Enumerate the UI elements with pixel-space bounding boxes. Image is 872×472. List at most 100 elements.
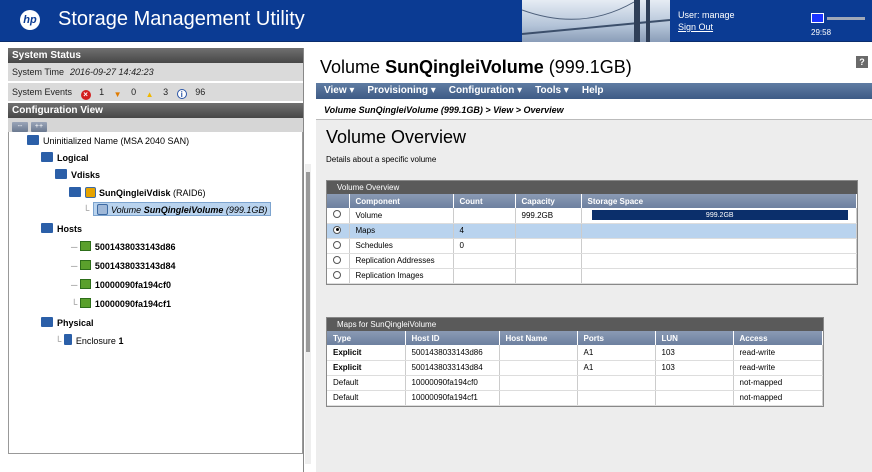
system-events-row[interactable]: System Events × 1 ▼ 0 ▲ 3 i 96: [8, 83, 303, 101]
menu-help[interactable]: Help: [582, 85, 604, 96]
page-title: Volume SunQingleiVolume (999.1GB): [320, 57, 632, 78]
system-status-header: System Status: [8, 48, 303, 63]
component-cell: Replication Images: [349, 268, 454, 284]
scrollbar-thumb[interactable]: [306, 172, 310, 352]
host-name-cell: [499, 345, 578, 361]
table-row[interactable]: Replication Addresses: [327, 253, 857, 269]
access-cell: not-mapped: [733, 390, 823, 406]
app-title: Storage Management Utility: [58, 8, 305, 30]
table-row[interactable]: Volume 999.2GB 999.2GB: [327, 208, 857, 224]
table-row[interactable]: Replication Images: [327, 268, 857, 284]
host-id-cell: 10000090fa194cf0: [405, 375, 500, 391]
tree-vdisk[interactable]: SunQingleiVdisk (RAID6): [69, 186, 206, 200]
folder-icon: [41, 152, 53, 162]
app-header: hp Storage Management Utility User: mana…: [0, 0, 872, 42]
session-status: 29:58: [808, 10, 868, 38]
component-cell: Replication Addresses: [349, 253, 454, 269]
tree-physical[interactable]: Physical: [41, 316, 94, 330]
menu-bar: View ▾ Provisioning ▾ Configuration ▾ Tools…: [316, 83, 872, 99]
menu-configuration[interactable]: Configuration ▾: [449, 85, 522, 96]
column-header: Component: [349, 194, 454, 208]
radio-button-selected[interactable]: [333, 225, 341, 234]
row-radio[interactable]: [327, 268, 350, 284]
expand-all-button[interactable]: ++: [31, 122, 47, 132]
capacity-cell: 999.2GB: [515, 208, 582, 224]
help-icon[interactable]: ?: [856, 56, 868, 68]
host-name-cell: [499, 375, 578, 391]
tree-vdisks[interactable]: Vdisks: [55, 168, 100, 182]
system-events-label: System Events: [12, 87, 73, 97]
storage-space-cell: 999.2GB: [581, 208, 857, 224]
error-count[interactable]: 0: [131, 87, 136, 97]
maps-panel-title: Maps for SunQingleiVolume: [327, 318, 823, 331]
table-row: Default 10000090fa194cf1 not-mapped: [327, 390, 823, 406]
tree-hosts-label: Hosts: [57, 224, 83, 234]
menu-provisioning[interactable]: Provisioning ▾: [367, 85, 435, 96]
host-label: 5001438033143d86: [94, 242, 176, 252]
volume-overview-panel: Volume Overview Component Count Capacity…: [326, 180, 858, 285]
type-cell: Default: [327, 390, 406, 406]
count-cell: 4: [453, 223, 516, 239]
critical-count[interactable]: 1: [99, 87, 104, 97]
count-cell: [453, 208, 516, 224]
overview-table: Component Count Capacity Storage Space V…: [327, 194, 857, 284]
info-count[interactable]: 96: [195, 87, 205, 97]
host-label: 10000090fa194cf0: [94, 280, 171, 290]
title-prefix: Volume: [320, 57, 381, 77]
table-row: Explicit 5001438033143d84 A1 103 read-wr…: [327, 360, 823, 376]
menu-view[interactable]: View ▾: [324, 85, 354, 96]
host-icon: [79, 298, 91, 308]
column-header: Type: [327, 331, 406, 345]
menu-tools[interactable]: Tools ▾: [535, 85, 569, 96]
radio-button[interactable]: [333, 240, 341, 249]
row-radio[interactable]: [327, 238, 350, 254]
title-size: (999.1GB): [548, 57, 632, 77]
content-area: Volume Overview Details about a specific…: [316, 119, 872, 472]
overview-description: Details about a specific volume: [326, 155, 437, 164]
volume-prefix: Volume: [111, 205, 142, 215]
table-row-selected[interactable]: Maps 4: [327, 223, 857, 239]
radio-button[interactable]: [333, 270, 341, 279]
tree-host-item[interactable]: ─ 10000090fa194cf0: [71, 278, 171, 292]
table-row[interactable]: Schedules 0: [327, 238, 857, 254]
maps-table: Type Host ID Host Name Ports LUN Access …: [327, 331, 823, 406]
tree-hosts[interactable]: Hosts: [41, 222, 82, 236]
tree-host-item[interactable]: ─ 5001438033143d86: [71, 240, 175, 254]
row-radio[interactable]: [327, 253, 350, 269]
access-cell: not-mapped: [733, 375, 823, 391]
ports-cell: A1: [577, 360, 656, 376]
access-cell: read-write: [733, 360, 823, 376]
tree-root[interactable]: Uninitialized Name (MSA 2040 SAN): [27, 134, 189, 148]
monitor-icon: [811, 13, 824, 23]
capacity-cell: [515, 223, 582, 239]
radio-button[interactable]: [333, 210, 341, 219]
radio-button[interactable]: [333, 255, 341, 264]
row-radio[interactable]: [327, 223, 350, 239]
critical-icon: ×: [80, 90, 91, 100]
component-cell: Maps: [349, 223, 454, 239]
folder-icon: [55, 169, 67, 179]
warning-count[interactable]: 3: [163, 87, 168, 97]
row-radio[interactable]: [327, 208, 350, 224]
collapse-all-button[interactable]: --: [12, 122, 28, 132]
system-time-row: System Time 2016-09-27 14:42:23: [8, 63, 303, 81]
tree-volume-selected[interactable]: Volume SunQingleiVolume (999.1GB): [93, 202, 272, 216]
left-panel: System Status System Time 2016-09-27 14:4…: [8, 48, 304, 472]
configuration-view-header: Configuration View: [8, 103, 303, 118]
tree-logical-label: Logical: [57, 153, 89, 163]
enclosure-label: Enclosure: [75, 336, 116, 346]
lun-cell: 103: [655, 345, 734, 361]
system-time-label: System Time: [12, 67, 65, 77]
enclosure-icon: [63, 334, 72, 345]
folder-icon: [69, 187, 81, 197]
tree-host-item[interactable]: ─ 5001438033143d84: [71, 259, 175, 273]
left-scrollbar[interactable]: [305, 164, 311, 464]
vdisk-name: SunQingleiVdisk: [99, 188, 171, 198]
lun-cell: 103: [655, 360, 734, 376]
tree-host-item[interactable]: └ 10000090fa194cf1: [71, 297, 171, 311]
tree-logical[interactable]: Logical: [41, 151, 89, 165]
sign-out-link[interactable]: Sign Out: [678, 21, 735, 33]
storage-space-bar: 999.2GB: [591, 210, 848, 221]
count-cell: [453, 268, 516, 284]
tree-enclosure[interactable]: └ Enclosure 1: [55, 334, 123, 348]
